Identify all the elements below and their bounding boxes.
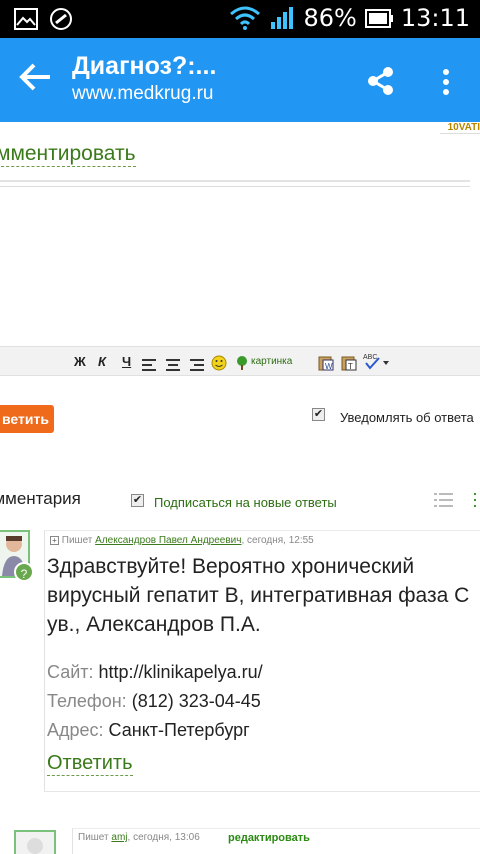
align-center-icon[interactable]	[166, 355, 180, 375]
reply-link[interactable]: Ответить	[47, 752, 133, 776]
bold-button[interactable]: Ж	[74, 351, 86, 371]
web-content: 10VATI мментировать Ж К Ч картинка W T A…	[0, 122, 480, 854]
signal-icon	[271, 7, 294, 29]
overflow-menu-icon[interactable]	[440, 68, 452, 96]
phone-value: (812) 323-04-45	[131, 691, 261, 711]
comment-textarea[interactable]	[0, 186, 470, 346]
site-row: Сайт: http://klinikapelya.ru/	[47, 662, 263, 683]
svg-text:W: W	[325, 362, 333, 371]
align-right-icon[interactable]	[190, 355, 204, 375]
paste-word-icon[interactable]: W	[318, 353, 334, 373]
divider	[0, 180, 470, 182]
svg-text:ABC: ABC	[363, 354, 377, 361]
notify-checkbox[interactable]: ✔	[312, 408, 325, 421]
align-left-icon[interactable]	[142, 355, 156, 375]
author-link[interactable]: Александров Павел Андреевич	[95, 535, 241, 546]
meta-prefix: Пишет	[78, 832, 109, 843]
avatar[interactable]	[14, 830, 56, 854]
comment-time: , сегодня, 13:06	[127, 832, 200, 843]
status-right: 86% 13:11	[229, 4, 470, 32]
subscribe-label: Подписаться на новые ответы	[154, 495, 337, 510]
spellcheck-icon[interactable]: ABC	[363, 351, 389, 371]
banner-ad-stub[interactable]: 10VATI	[440, 122, 480, 134]
comment-time: , сегодня, 12:55	[241, 535, 314, 546]
edit-link[interactable]: редактировать	[228, 832, 310, 844]
italic-button[interactable]: К	[98, 351, 106, 371]
list-view-icon[interactable]	[434, 492, 480, 508]
address-key: Адрес:	[47, 720, 104, 740]
svg-text:T: T	[348, 362, 353, 371]
comment-meta: Пишет amj, сегодня, 13:06	[78, 832, 200, 843]
site-value[interactable]: http://klinikapelya.ru/	[99, 662, 263, 682]
underline-button[interactable]: Ч	[122, 351, 131, 371]
battery-percent: 86%	[303, 4, 357, 32]
page-title: Диагноз?:...	[72, 52, 217, 80]
paste-text-icon[interactable]: T	[341, 353, 357, 373]
editor-toolbar: Ж К Ч картинка W T ABC	[0, 346, 480, 376]
zero-icon	[50, 8, 72, 30]
app-bar-titles: Диагноз?:... www.medkrug.ru	[72, 52, 216, 105]
status-bar: 86% 13:11	[0, 0, 480, 38]
comment-form-heading[interactable]: мментировать	[0, 142, 136, 167]
wifi-icon	[230, 6, 261, 30]
tree-image-icon[interactable]	[235, 353, 249, 373]
user-placeholder-icon	[27, 838, 43, 854]
notify-label: Уведомлять об ответа	[340, 410, 474, 425]
expand-icon[interactable]: +	[50, 536, 59, 545]
back-arrow-icon[interactable]	[18, 62, 52, 92]
battery-icon	[364, 9, 393, 28]
author-link[interactable]: amj	[111, 832, 127, 843]
smiley-icon[interactable]	[211, 353, 227, 373]
submit-reply-button[interactable]: ветить	[0, 405, 54, 433]
gallery-icon	[14, 8, 38, 30]
comment-meta: + Пишет Александров Павел Андреевич, сег…	[50, 535, 314, 546]
expert-badge-icon: ?	[14, 562, 34, 582]
phone-row: Телефон: (812) 323-04-45	[47, 691, 261, 712]
image-button[interactable]: картинка	[251, 351, 292, 371]
phone-key: Телефон:	[47, 691, 127, 711]
meta-prefix: Пишет	[61, 535, 93, 546]
status-left-icons	[14, 8, 72, 30]
subscribe-checkbox[interactable]: ✔	[131, 494, 144, 507]
site-key: Сайт:	[47, 662, 94, 682]
comment-text: Здравствуйте! Вероятно хронический вирус…	[47, 555, 470, 636]
clock: 13:11	[400, 4, 470, 32]
address-value: Санкт-Петербург	[108, 720, 250, 740]
comments-count-label: омментария	[0, 489, 81, 508]
page-url: www.medkrug.ru	[72, 83, 214, 104]
address-row: Адрес: Санкт-Петербург	[47, 720, 250, 741]
share-icon[interactable]	[366, 66, 396, 96]
app-bar: Диагноз?:... www.medkrug.ru	[0, 38, 480, 122]
